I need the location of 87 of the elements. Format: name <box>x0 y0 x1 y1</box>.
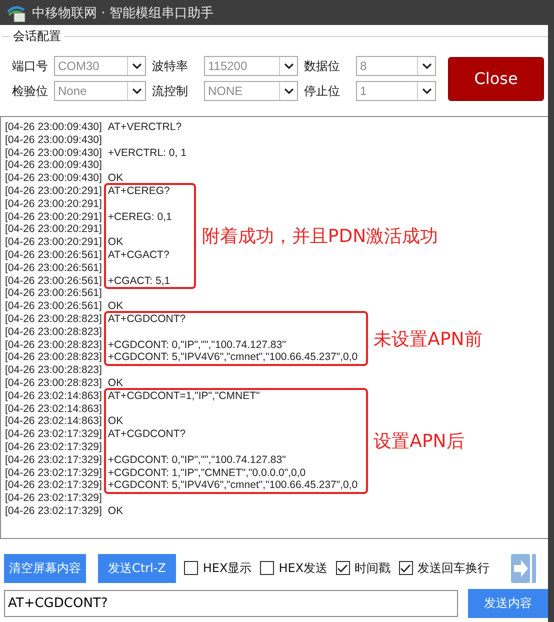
option-checkbox[interactable]: HEX显示 <box>184 560 252 576</box>
dropdown[interactable]: 115200 <box>204 56 298 76</box>
log-message: +CEREG: 0,1 <box>108 210 172 223</box>
field-label: 端口号 <box>12 58 48 74</box>
field-label: 流控制 <box>152 82 189 100</box>
log-message: OK <box>108 236 124 248</box>
dropdown[interactable]: 1 <box>356 81 436 101</box>
log-timestamp: [04-26 23:00:20:291] <box>5 198 102 211</box>
log-timestamp: [04-26 23:00:28:823] <box>5 376 102 390</box>
field-label: 检验位 <box>12 82 48 100</box>
log-timestamp: [04-26 23:02:17:329] <box>5 504 102 518</box>
log-message: AT+CGACT? <box>108 248 170 261</box>
log-timestamp: [04-26 23:02:17:329] <box>5 428 102 441</box>
dropdown[interactable]: None <box>54 81 146 101</box>
exit-arrow-icon[interactable] <box>511 554 536 582</box>
log-message: AT+CEREG? <box>108 184 170 197</box>
group-title: 会话配置 <box>10 28 64 45</box>
log-timestamp: [04-26 23:00:28:823] <box>5 326 102 339</box>
option-checkbox[interactable]: 时间戳 <box>336 560 391 576</box>
log-message: OK <box>108 504 124 517</box>
chevron-down-icon <box>422 63 432 69</box>
checkmark-icon <box>337 564 348 572</box>
log-timestamp: [04-26 23:00:09:430] <box>5 159 102 172</box>
app-logo-icon <box>6 4 26 22</box>
log-timestamp: [04-26 23:00:09:430] <box>5 172 102 185</box>
log-timestamp: [04-26 23:00:28:823] <box>5 312 102 326</box>
window-title: 中移物联网 · 智能模组串口助手 <box>32 4 214 22</box>
command-input[interactable]: AT+CGDCONT? <box>4 590 458 617</box>
log-message: AT+CGDCONT=1,"IP","CMNET" <box>108 390 260 402</box>
log-timestamp: [04-26 23:00:09:430] <box>5 121 102 134</box>
log-message: AT+CGDCONT? <box>108 312 186 325</box>
chevron-down-icon <box>284 88 294 94</box>
log-timestamp: [04-26 23:00:20:291] <box>5 210 102 224</box>
log-timestamp: [04-26 23:02:17:329] <box>5 454 102 467</box>
toolbar-button[interactable]: 清空屏幕内容 <box>4 554 86 582</box>
log-message: +CGDCONT: 5,"IPV4V6","cmnet","100.66.45.237",0,0 <box>108 351 358 364</box>
dropdown[interactable]: NONE <box>204 81 298 101</box>
log-timestamp: [04-26 23:02:17:329] <box>5 479 102 492</box>
log-timestamp: [04-26 23:02:14:863] <box>5 402 102 416</box>
close-button[interactable]: Close <box>448 56 544 100</box>
log-timestamp: [04-26 23:00:28:823] <box>5 338 102 352</box>
dropdown[interactable]: COM30 <box>54 56 146 76</box>
log-message: AT+CGDCONT? <box>108 428 186 440</box>
log-timestamp: [04-26 23:00:28:823] <box>5 351 102 364</box>
annotation-text: 未设置APN前 <box>374 328 482 350</box>
checkmark-icon <box>400 564 412 572</box>
chevron-down-icon <box>422 88 432 94</box>
log-timestamp: [04-26 23:02:14:863] <box>5 390 102 403</box>
log-timestamp: [04-26 23:00:26:561] <box>5 262 102 275</box>
send-button[interactable]: 发送内容 <box>468 589 548 618</box>
log-message: OK <box>108 376 124 389</box>
log-message: +CGDCONT: 5,"IPV4V6","cmnet","100.66.45.237",0,0 <box>108 479 358 492</box>
log-message: AT+VERCTRL? <box>108 121 182 133</box>
log-message: OK <box>108 172 124 184</box>
toolbar-button[interactable]: 发送Ctrl-Z <box>98 554 176 582</box>
log-timestamp: [04-26 23:00:20:291] <box>5 223 102 236</box>
log-timestamp: [04-26 23:00:09:430] <box>5 134 102 147</box>
chevron-down-icon <box>132 88 142 94</box>
log-timestamp: [04-26 23:00:26:561] <box>5 248 102 262</box>
log-message: OK <box>108 415 124 428</box>
log-message: +CGDCONT: 1,"IP","CMNET","0.0.0.0",0,0 <box>108 466 306 479</box>
field-label: 停止位 <box>304 82 341 100</box>
log-timestamp: [04-26 23:02:17:329] <box>5 466 102 480</box>
option-checkbox[interactable]: 发送回车换行 <box>398 560 490 576</box>
log-timestamp: [04-26 23:00:26:561] <box>5 274 102 288</box>
log-timestamp: [04-26 23:00:26:561] <box>5 287 102 300</box>
log-timestamp: [04-26 23:00:09:430] <box>5 146 102 160</box>
option-checkbox[interactable]: HEX发送 <box>260 560 328 576</box>
field-label: 波特率 <box>152 58 189 74</box>
log-timestamp: [04-26 23:00:20:291] <box>5 236 102 249</box>
log-message: +CGDCONT: 0,"IP","","100.74.127.83" <box>108 338 286 351</box>
log-timestamp: [04-26 23:02:17:329] <box>5 492 102 505</box>
annotation-text: 设置APN后 <box>374 430 464 452</box>
chevron-down-icon <box>132 63 142 69</box>
chevron-down-icon <box>284 63 294 69</box>
log-timestamp: [04-26 23:00:20:291] <box>5 184 102 198</box>
log-message: +CGACT: 5,1 <box>108 274 170 287</box>
log-message: +VERCTRL: 0, 1 <box>108 146 186 159</box>
log-timestamp: [04-26 23:00:28:823] <box>5 364 102 377</box>
log-message: +CGDCONT: 0,"IP","","100.74.127.83" <box>108 454 286 466</box>
log-timestamp: [04-26 23:02:17:329] <box>5 440 102 454</box>
log-timestamp: [04-26 23:00:26:561] <box>5 300 102 313</box>
log-message: OK <box>108 300 124 312</box>
dropdown[interactable]: 8 <box>356 56 436 76</box>
field-label: 数据位 <box>304 58 341 74</box>
annotation-text: 附着成功，并且PDN激活成功 <box>202 226 438 248</box>
log-timestamp: [04-26 23:02:14:863] <box>5 415 102 428</box>
